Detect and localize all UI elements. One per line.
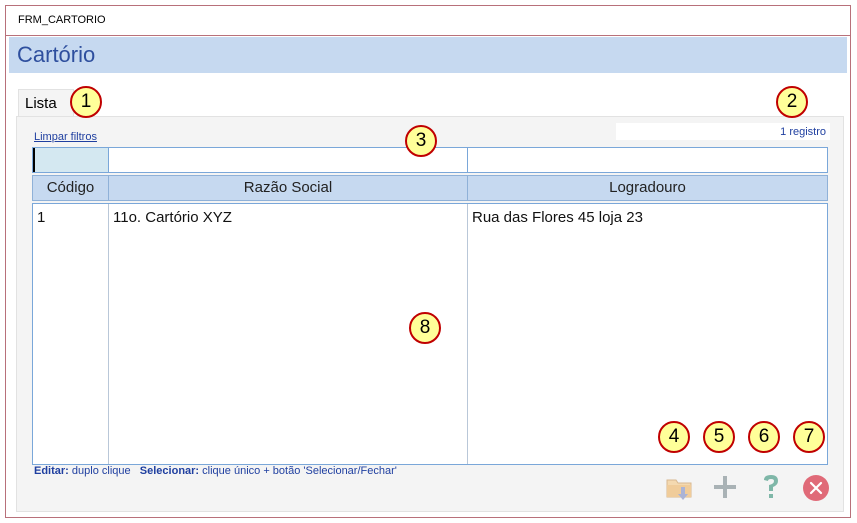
callout-7: 7 (793, 421, 825, 453)
plus-icon (714, 476, 736, 498)
callout-4: 4 (658, 421, 690, 453)
question-icon (764, 475, 778, 498)
folder-down-button[interactable] (665, 471, 695, 503)
callout-5: 5 (703, 421, 735, 453)
callout-6: 6 (748, 421, 780, 453)
folder-down-icon (666, 479, 692, 500)
record-count: 1 registro (780, 126, 826, 138)
add-button[interactable] (710, 471, 740, 503)
form-header: Cartório (9, 37, 847, 73)
table-cell-codigo[interactable]: 1 (33, 204, 108, 228)
tab-lista-label: Lista (25, 95, 57, 112)
filter-logradouro-input[interactable] (468, 148, 827, 172)
hint-edit-text: duplo clique (71, 465, 131, 477)
column-header-row: Código Razão Social Logradouro (32, 175, 828, 201)
window-titlebar: FRM_CARTORIO (6, 6, 850, 36)
callout-2: 2 (776, 86, 808, 118)
hint-edit-label: Editar: (34, 465, 69, 477)
hint-select-text: clique único + botão 'Selecionar/Fechar' (202, 465, 397, 477)
record-count-box: 1 registro (616, 123, 830, 140)
tab-lista[interactable]: Lista (18, 89, 74, 117)
column-header-razao-social[interactable]: Razão Social (109, 176, 468, 200)
callout-1: 1 (70, 86, 102, 118)
page-title: Cartório (17, 42, 96, 67)
list-column-codigo: 1 (33, 204, 109, 464)
column-header-codigo[interactable]: Código (33, 176, 109, 200)
clear-filters-link[interactable]: Limpar filtros (34, 131, 97, 143)
help-button[interactable] (756, 471, 786, 503)
callout-8: 8 (409, 312, 441, 344)
filter-codigo-input[interactable] (33, 148, 109, 172)
usage-hint: Editar: duplo clique Selecionar: clique … (34, 465, 397, 477)
close-circle-icon (803, 475, 829, 501)
table-cell-logradouro[interactable]: Rua das Flores 45 loja 23 (468, 204, 827, 228)
hint-select-label: Selecionar: (139, 465, 200, 477)
column-header-logradouro[interactable]: Logradouro (468, 176, 827, 200)
close-button[interactable] (801, 471, 831, 503)
form-window: FRM_CARTORIO Cartório Lista Limpar filtr… (5, 5, 851, 518)
callout-3: 3 (405, 125, 437, 157)
window-title: FRM_CARTORIO (18, 14, 106, 26)
table-cell-razao-social[interactable]: 11o. Cartório XYZ (109, 204, 467, 228)
